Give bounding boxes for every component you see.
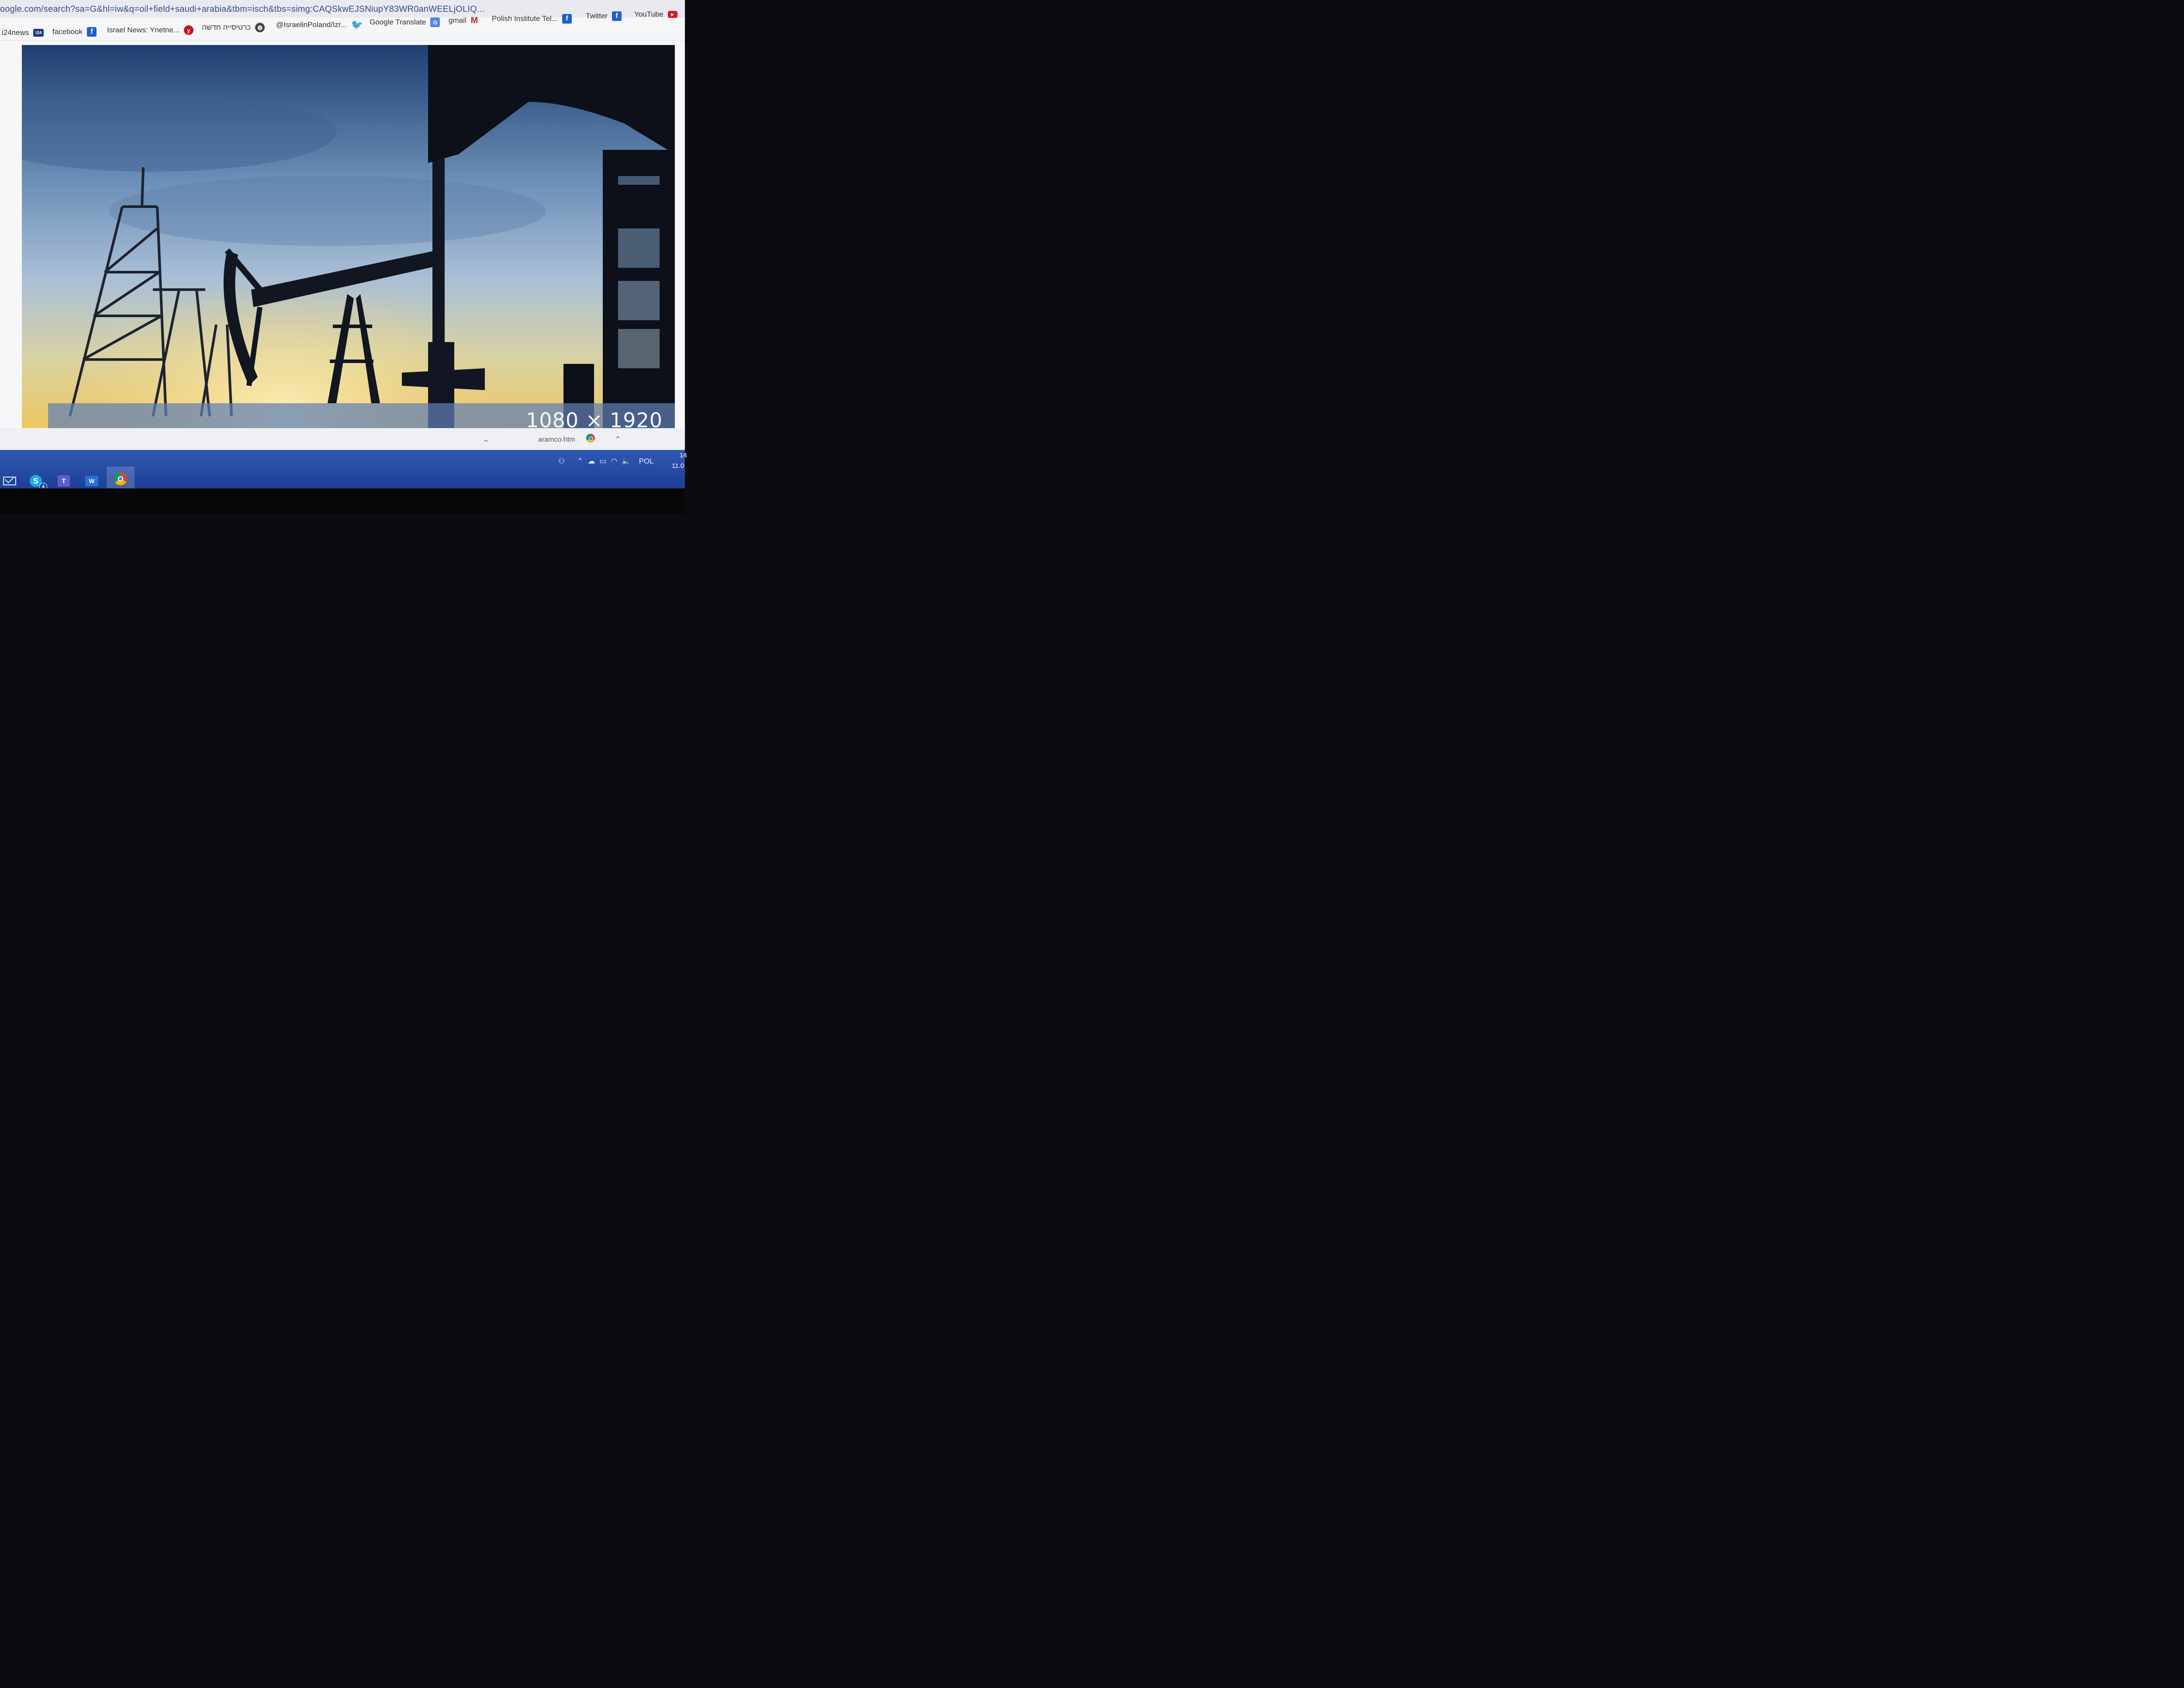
mail-app-button[interactable] [0,473,19,489]
bookmark-facebook[interactable]: facebook f [52,25,97,38]
download-filename[interactable]: aramco.htm [538,436,575,444]
windows-taskbar: S 4 T W ⚇ ⌃ ☁ ▭ ◠ 🔈 POL 14 11.0 [0,450,687,492]
bookmark-youtube[interactable]: YouTube ▶ [634,8,677,21]
bookmark-israelinpoland[interactable]: @IsraelinPoland/Izr... 🐦 [276,18,363,31]
pumpjack-photo [22,45,675,434]
google-translate-icon: G [430,17,440,27]
address-bar[interactable]: oogle.com/search?sa=G&hl=iw&q=oil+field+… [0,0,685,18]
bookmark-i24news[interactable]: i24news i24 [2,26,44,39]
bookmark-label: Polish Institute Tel... [492,14,558,23]
youtube-icon: ▶ [667,11,677,18]
chevron-up-icon[interactable]: ⌃ [614,434,622,445]
word-icon: W [85,476,98,486]
bookmark-new-tab[interactable]: כרטיסייה חדשה ◍ [202,21,265,34]
ynet-icon: y [184,25,194,35]
globe-icon: ◍ [255,23,265,32]
clock-date[interactable]: 11.0 [672,462,684,470]
clock-time[interactable]: 14 [680,452,687,459]
language-indicator[interactable]: POL [639,457,654,466]
bookmark-polish-institute[interactable]: Polish Institute Tel... f [492,12,572,25]
bookmark-google-translate[interactable]: Google Translate G [370,16,440,29]
chevron-up-icon[interactable]: ⌃ [577,457,583,466]
bookmark-label: @IsraelinPoland/Izr... [276,21,347,29]
download-bar: ⌃ aramco.htm ⌃ [0,428,685,450]
bookmark-ynet[interactable]: Israel News: Ynetne... y [107,24,194,37]
gmail-icon: M [470,15,478,25]
bookmarks-bar: i24news i24 facebook f Israel News: Ynet… [0,10,685,41]
bookmark-label: gmail [449,16,467,24]
bookmark-label: Google Translate [370,18,426,26]
i24news-icon: i24 [33,29,44,37]
mail-icon [3,477,16,485]
bookmark-label: i24news [2,28,29,37]
system-tray: ⚇ ⌃ ☁ ▭ ◠ 🔈 POL [558,457,654,466]
onedrive-icon[interactable]: ☁ [588,457,595,466]
facebook-icon: f [612,11,622,21]
word-button[interactable]: W [82,473,101,489]
monitor-screen: oogle.com/search?sa=G&hl=iw&q=oil+field+… [0,0,687,492]
skype-icon: S 4 [30,475,47,491]
bookmark-twitter[interactable]: Twitter f [586,10,622,23]
bookmark-label: facebook [52,28,83,36]
facebook-icon: f [562,14,572,24]
skype-button[interactable]: S 4 [26,473,47,491]
oil-field-image[interactable]: 1080 × 1920 [22,45,675,434]
bookmark-gmail[interactable]: gmail M [449,14,478,27]
twitter-icon: 🐦 [351,19,363,30]
monitor-bezel [0,488,685,514]
wifi-icon[interactable]: ◠ [611,457,618,466]
image-viewer: 1080 × 1920 [0,41,685,448]
people-icon[interactable]: ⚇ [558,457,565,466]
bookmark-label: Twitter [586,12,608,20]
url-text[interactable]: oogle.com/search?sa=G&hl=iw&q=oil+field+… [0,4,484,14]
facebook-icon: f [87,27,97,37]
teams-button[interactable]: T [54,473,73,489]
chrome-icon [114,472,127,485]
bookmark-label: YouTube [634,10,663,18]
volume-icon[interactable]: 🔈 [622,457,631,466]
teams-icon: T [58,475,70,487]
chrome-icon [586,434,595,443]
chevron-up-icon[interactable]: ⌃ [482,438,490,449]
bookmark-label: Israel News: Ynetne... [107,26,180,34]
battery-icon[interactable]: ▭ [600,457,607,466]
bookmark-label: כרטיסייה חדשה [202,23,251,31]
